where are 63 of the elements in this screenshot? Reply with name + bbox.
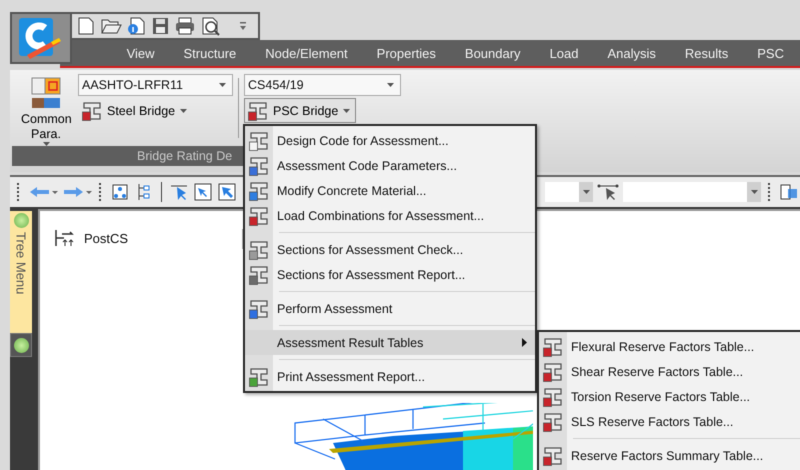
menu-item[interactable]: Flexural Reserve Factors Table... xyxy=(539,334,800,359)
beam-icon xyxy=(249,180,269,200)
design-code-combo[interactable]: AASHTO-LRFR11 xyxy=(78,74,233,96)
construction-stage-combo[interactable]: CS454/19 xyxy=(244,74,401,96)
menu-item[interactable]: Reserve Factors Summary Table... xyxy=(539,443,800,468)
menu-tab[interactable]: Structure xyxy=(170,42,250,64)
beam-icon xyxy=(249,130,269,150)
menu-item[interactable]: Modify Concrete Material... xyxy=(245,178,535,203)
table-beam-icon xyxy=(543,362,563,382)
table-beam-icon xyxy=(543,412,563,432)
table-beam-icon xyxy=(543,446,563,466)
element-pick-icon[interactable] xyxy=(597,182,619,202)
beam-icon xyxy=(249,298,269,318)
app-logo-icon[interactable] xyxy=(10,12,72,64)
menu-tab[interactable]: Boundary xyxy=(452,42,534,64)
menu-item[interactable]: SLS Reserve Factors Table... xyxy=(539,409,800,434)
arrow-select-icon[interactable] xyxy=(217,182,237,202)
psc-beam-icon xyxy=(248,100,268,120)
menu-item[interactable]: Print Assessment Report... xyxy=(245,364,535,389)
tree-menu-tab[interactable]: Tree Menu xyxy=(10,211,32,333)
caret-icon xyxy=(750,190,758,194)
caret-icon xyxy=(219,83,226,87)
node-select-icon[interactable] xyxy=(110,182,130,202)
panel-tab[interactable] xyxy=(10,333,32,357)
menu-item[interactable]: Load Combinations for Assessment... xyxy=(245,203,535,228)
steel-beam-icon xyxy=(82,100,102,120)
table-beam-icon xyxy=(543,386,563,406)
menu-item[interactable]: Torsion Reserve Factors Table... xyxy=(539,384,800,409)
table-beam-icon xyxy=(543,336,563,356)
caret-icon xyxy=(180,108,188,112)
caret-icon xyxy=(387,83,394,87)
caret-icon xyxy=(343,108,350,112)
status-light-icon xyxy=(14,213,28,228)
psc-bridge-button[interactable]: PSC Bridge xyxy=(244,98,356,123)
beam-icon xyxy=(249,264,269,284)
menu-tab[interactable]: Properties xyxy=(364,42,449,64)
beam-icon xyxy=(249,366,269,386)
menu-item[interactable]: Assessment Result Tables xyxy=(245,330,535,355)
steel-bridge-button[interactable]: Steel Bridge xyxy=(78,98,194,123)
customize-icon[interactable] xyxy=(238,21,248,31)
new-file-icon[interactable] xyxy=(76,16,96,36)
print-icon[interactable] xyxy=(174,16,196,36)
menu-tab[interactable]: View xyxy=(114,42,168,64)
print-preview-icon[interactable] xyxy=(200,16,222,36)
menu-item[interactable]: Sections for Assessment Report... xyxy=(245,262,535,287)
window-select-icon[interactable] xyxy=(193,182,213,202)
menu-item[interactable]: Shear Reserve Factors Table... xyxy=(539,359,800,384)
menu-tab[interactable]: Results xyxy=(672,42,742,64)
beam-icon xyxy=(249,240,269,260)
menu-tab[interactable]: Analysis xyxy=(594,42,669,64)
info-file-icon[interactable] xyxy=(126,16,146,36)
menu-tab[interactable]: Load xyxy=(536,42,592,64)
menu-tab[interactable]: PSC xyxy=(744,42,797,64)
menu-item[interactable]: Sections for Assessment Check... xyxy=(245,237,535,262)
caret-icon xyxy=(582,190,590,194)
beam-icon xyxy=(249,206,269,226)
menu-item[interactable]: Perform Assessment xyxy=(245,296,535,321)
menu-tab[interactable]: Node/Element xyxy=(252,42,361,64)
beam-icon xyxy=(249,156,269,176)
tree-item[interactable]: PostCS xyxy=(84,230,128,246)
stage-icon xyxy=(54,229,76,247)
parameters-icon xyxy=(29,76,63,110)
view-box-icon[interactable] xyxy=(779,182,799,202)
